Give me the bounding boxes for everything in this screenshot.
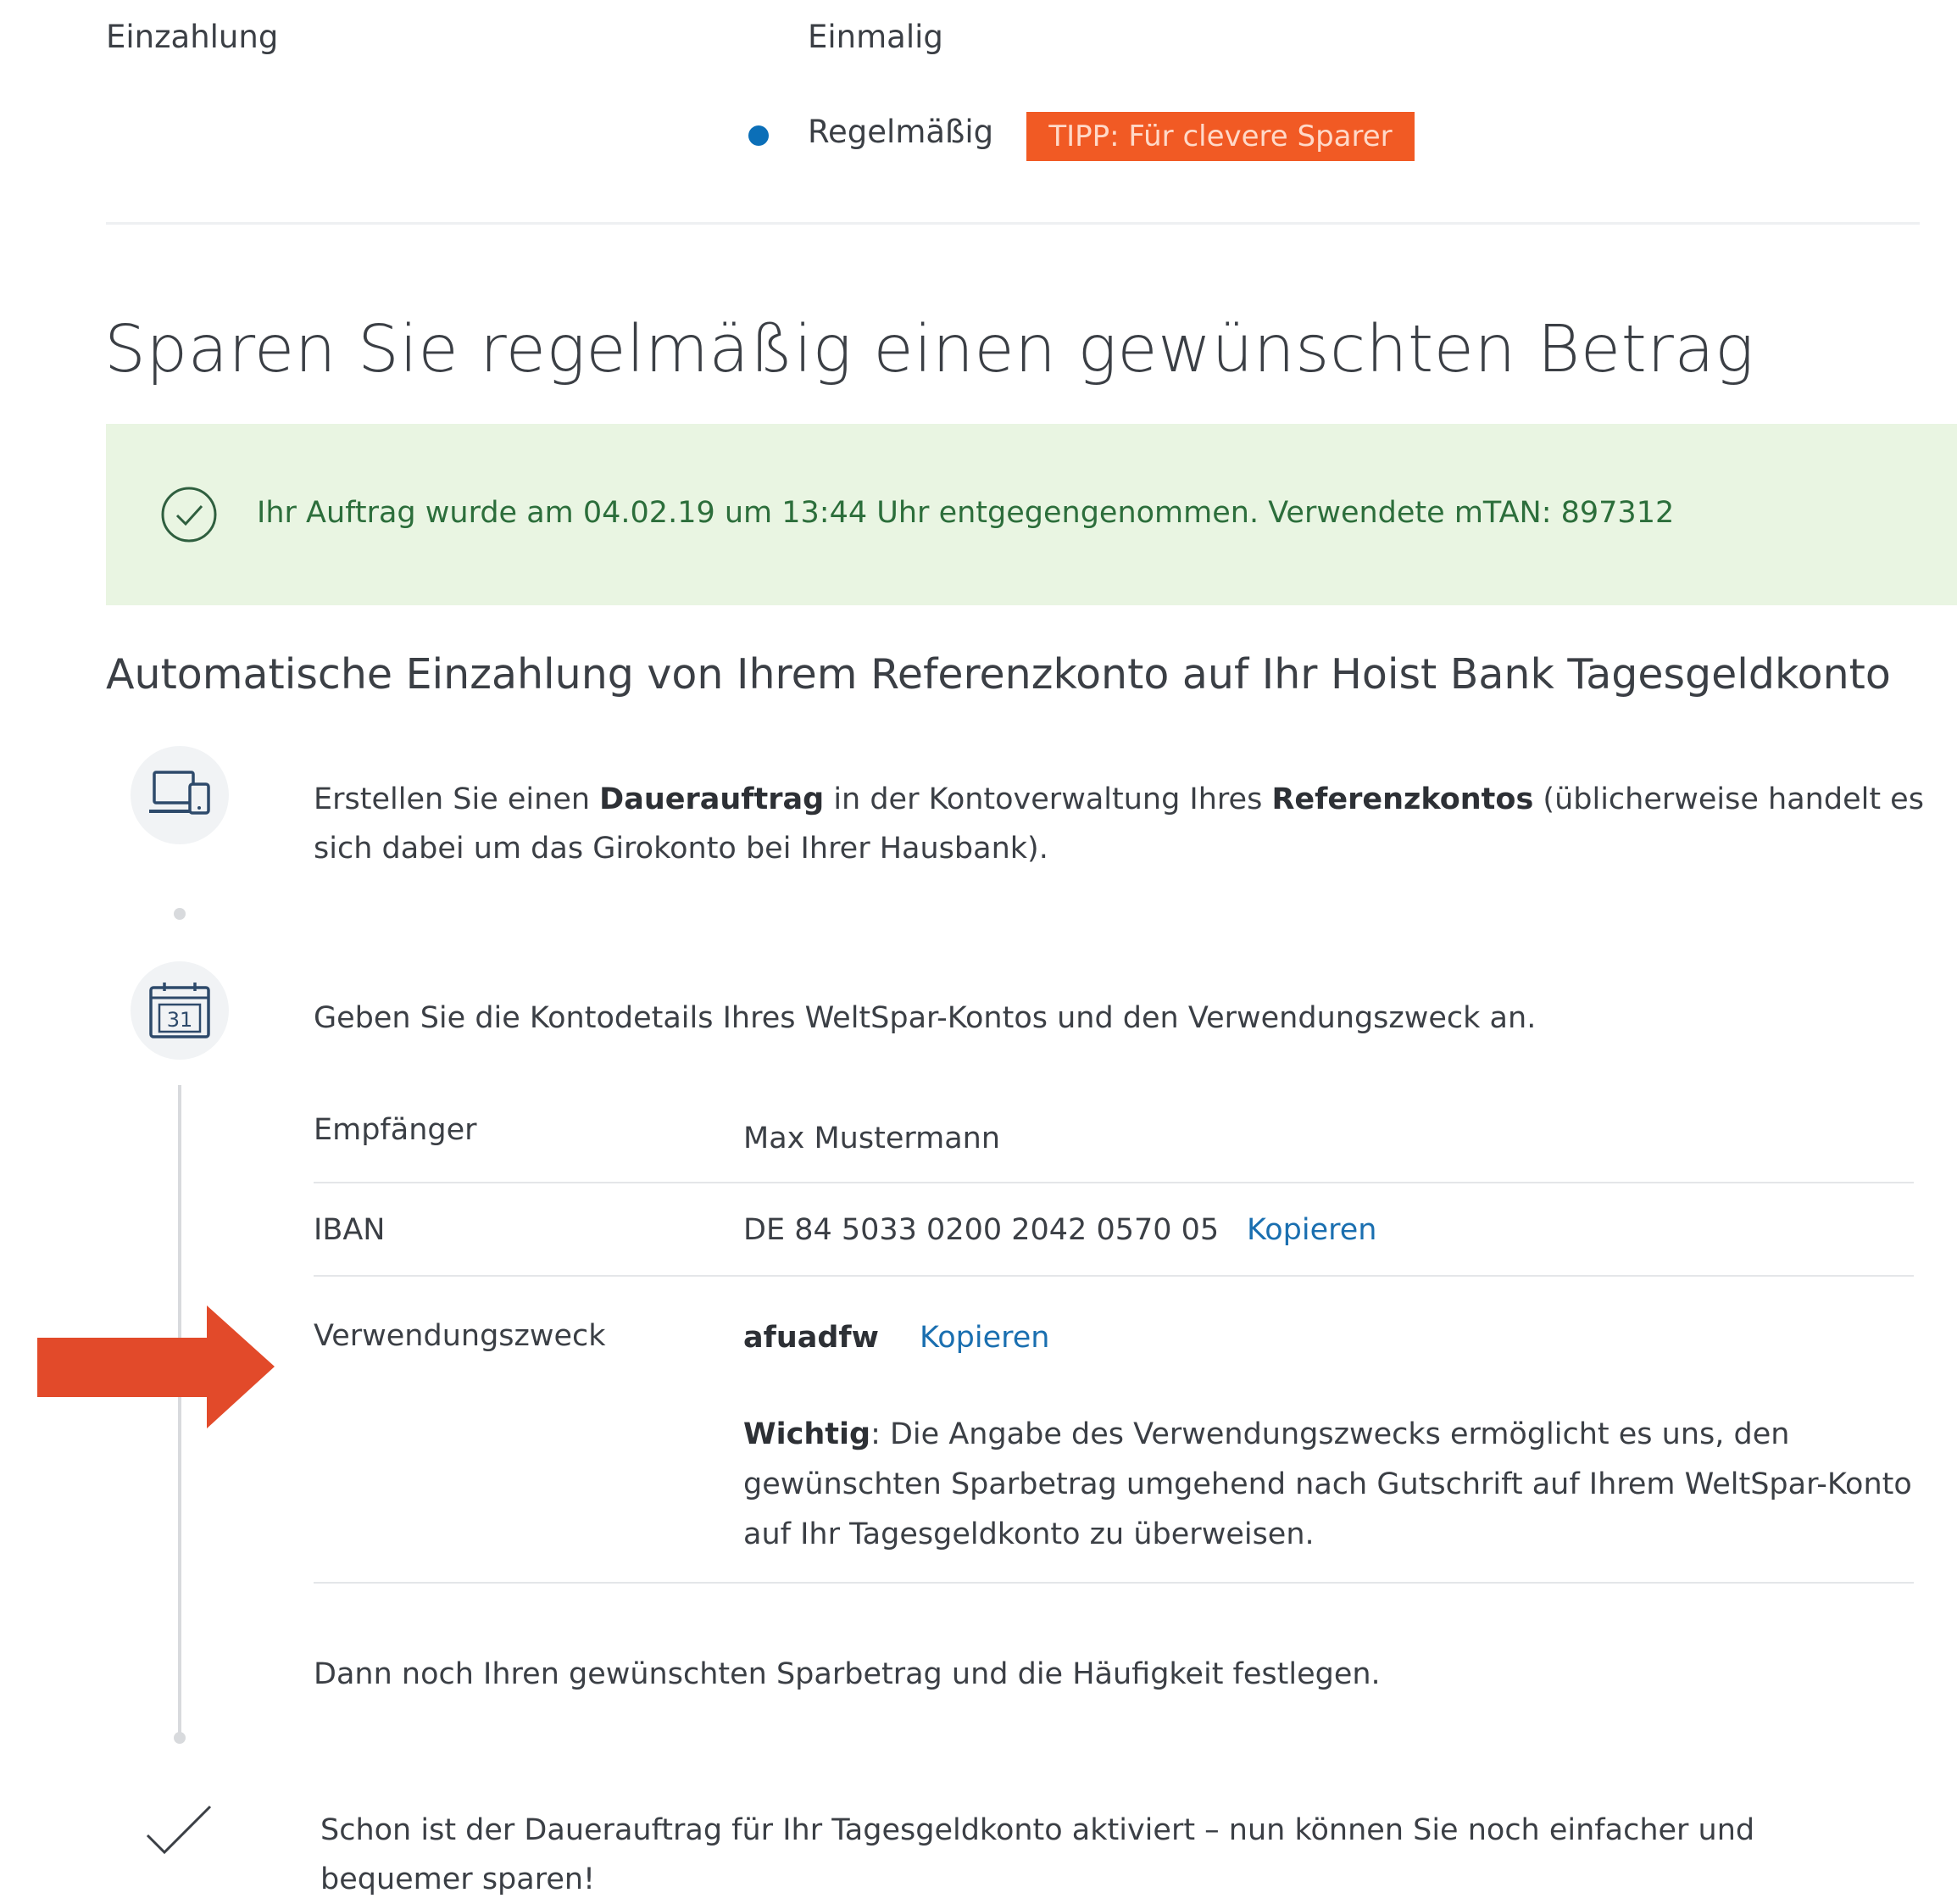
step2-icon-wrap: 31 [131, 961, 229, 1060]
timeline-dot [174, 1732, 186, 1744]
checkmark-icon [146, 1805, 212, 1855]
iban-label: IBAN [314, 1213, 386, 1247]
page-title: Sparen Sie regelmäßig einen gewünschten … [104, 312, 1754, 387]
deposit-label: Einzahlung [106, 19, 279, 55]
check-circle-icon [161, 487, 217, 543]
iban-value: DE 84 5033 0200 2042 0570 05 [743, 1213, 1220, 1247]
option-once[interactable]: Einmalig [808, 19, 943, 55]
section-heading: Automatische Einzahlung von Ihrem Refere… [106, 650, 1891, 699]
section-divider [106, 222, 1920, 225]
step1-icon-wrap [131, 746, 229, 844]
purpose-value: afuadfw [743, 1321, 879, 1355]
timeline-dot [174, 908, 186, 920]
calendar-icon: 31 [149, 983, 210, 1038]
success-message: Ihr Auftrag wurde am 04.02.19 um 13:44 U… [257, 496, 1675, 530]
step3-text: Dann noch Ihren gewünschten Sparbetrag u… [314, 1657, 1381, 1691]
copy-iban-button[interactable]: Kopieren [1247, 1213, 1376, 1247]
recipient-value: Max Mustermann [743, 1122, 1001, 1155]
copy-purpose-button[interactable]: Kopieren [920, 1321, 1049, 1355]
devices-icon [149, 771, 210, 815]
step1-text: Erstellen Sie einen Dauerauftrag in der … [314, 782, 1924, 866]
radio-selected-indicator[interactable] [748, 125, 769, 146]
purpose-label: Verwendungszweck [314, 1319, 606, 1353]
tip-badge: TIPP: Für clevere Sparer [1026, 112, 1415, 161]
row-divider [314, 1275, 1914, 1277]
red-arrow-icon [37, 1306, 275, 1428]
step2-text: Geben Sie die Kontodetails Ihres WeltSpa… [314, 1001, 1537, 1035]
calendar-day: 31 [167, 1008, 193, 1032]
important-note: Wichtig: Die Angabe des Verwendungszweck… [743, 1417, 1912, 1551]
row-divider [314, 1582, 1914, 1584]
step4-text: Schon ist der Dauerauftrag für Ihr Tages… [320, 1813, 1755, 1896]
option-regular[interactable]: Regelmäßig [808, 114, 993, 150]
row-divider [314, 1182, 1914, 1183]
recipient-label: Empfänger [314, 1113, 477, 1147]
